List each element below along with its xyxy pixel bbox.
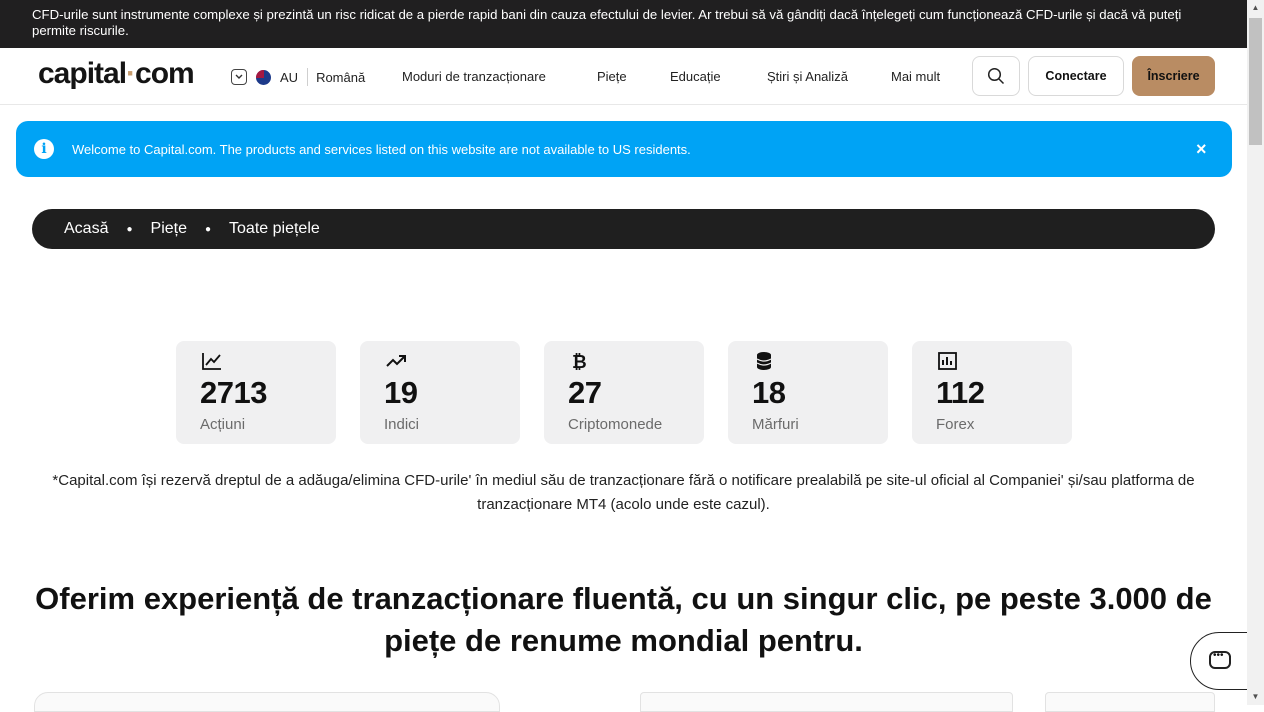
stat-card-indices[interactable]: 19 Indici (360, 341, 520, 444)
nav-education[interactable]: Educație (670, 69, 721, 84)
logo-text-left: capital (38, 57, 127, 90)
site-header: capital·com AU Română Moduri de tranzacț… (0, 48, 1247, 105)
signup-button[interactable]: Înscriere (1132, 56, 1215, 96)
scrollbar-thumb[interactable] (1249, 18, 1262, 145)
panel-partial (640, 692, 1013, 712)
stat-card-crypto[interactable]: ₿ 27 Criptomonede (544, 341, 704, 444)
stat-value: 27 (568, 375, 602, 410)
coins-stack-icon (756, 352, 772, 370)
capital-logo[interactable]: capital·com (38, 57, 195, 91)
notice-text: Welcome to Capital.com. The products and… (72, 142, 691, 157)
svg-text:₿: ₿ (572, 352, 587, 371)
divider (307, 68, 309, 86)
logo-text-right: com (135, 57, 195, 90)
stat-value: 19 (384, 375, 418, 410)
breadcrumb-all-markets: Toate piețele (229, 220, 320, 237)
login-button[interactable]: Conectare (1028, 56, 1124, 96)
search-icon (987, 67, 1005, 85)
bitcoin-icon: ₿ (572, 352, 587, 371)
breadcrumb-home[interactable]: Acasă (64, 220, 108, 238)
nav-markets[interactable]: Piețe (597, 69, 627, 84)
stat-value: 112 (936, 375, 985, 410)
region-language-selector[interactable]: AU Română (231, 68, 365, 86)
breadcrumb: Acasă ● Piețe ● Toate piețele (32, 209, 1215, 249)
nav-more[interactable]: Mai mult (891, 69, 940, 84)
bar-chart-icon (938, 352, 957, 370)
risk-warning-text: CFD-urile sunt instrumente complexe și p… (32, 7, 1182, 38)
panel-partial (1045, 692, 1215, 712)
stat-label: Acțiuni (200, 416, 246, 433)
chat-bubble-icon (1209, 650, 1231, 669)
scroll-up-arrow-icon[interactable]: ▲ (1247, 0, 1264, 16)
stat-card-commodities[interactable]: 18 Mărfuri (728, 341, 888, 444)
australia-flag-icon (256, 69, 271, 85)
breadcrumb-separator: ● (204, 223, 212, 235)
nav-trading-modes[interactable]: Moduri de tranzacționare (402, 69, 546, 84)
search-button[interactable] (972, 56, 1020, 96)
stat-card-shares[interactable]: 2713 Acțiuni (176, 341, 336, 444)
stat-card-forex[interactable]: 112 Forex (912, 341, 1072, 444)
us-residents-notice: i Welcome to Capital.com. The products a… (16, 121, 1232, 177)
stat-label: Indici (384, 416, 420, 433)
scroll-down-arrow-icon[interactable]: ▼ (1247, 689, 1264, 705)
close-icon[interactable]: × (1196, 139, 1207, 160)
risk-warning-banner: CFD-urile sunt instrumente complexe și p… (0, 0, 1247, 48)
info-icon: i (34, 139, 54, 159)
stat-label: Forex (936, 416, 975, 433)
language-label[interactable]: Română (316, 70, 365, 85)
line-chart-icon (202, 353, 221, 370)
page-scrollbar[interactable]: ▲ ▼ (1247, 0, 1264, 705)
breadcrumb-separator: ● (126, 223, 133, 235)
search-bar-partial[interactable] (34, 692, 500, 712)
breadcrumb-markets[interactable]: Piețe (151, 220, 187, 238)
markets-disclaimer: *Capital.com își rezervă dreptul de a ad… (52, 472, 1195, 513)
page-headline: Oferim experiență de tranzacționare flue… (35, 581, 1212, 658)
trending-up-icon (386, 355, 406, 367)
nav-news-analysis[interactable]: Știri și Analiză (767, 69, 848, 84)
stat-label: Criptomonede (568, 416, 663, 433)
region-code: AU (280, 69, 299, 85)
stat-label: Mărfuri (752, 416, 799, 433)
chevron-down-icon[interactable] (231, 69, 247, 85)
stat-value: 2713 (200, 375, 267, 410)
stat-value: 18 (752, 375, 786, 410)
chat-widget-button[interactable] (1190, 632, 1252, 690)
logo-dot: · (126, 57, 136, 90)
